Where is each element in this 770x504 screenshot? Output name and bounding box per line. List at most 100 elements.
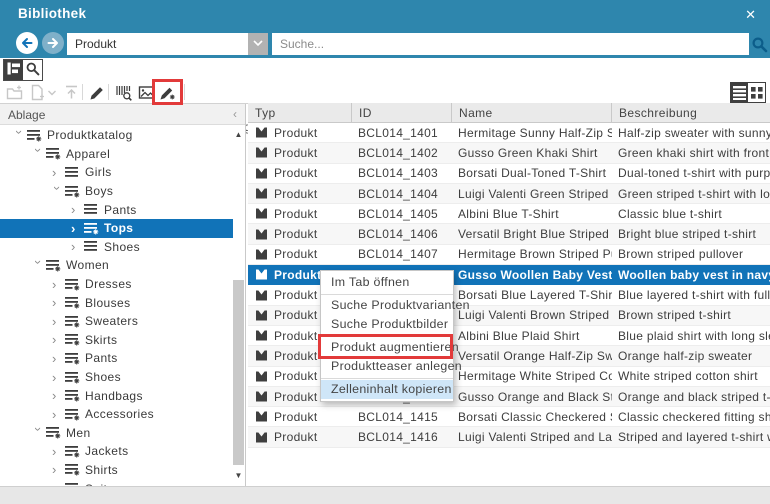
table-row[interactable]: Produkt BCL014_1416 Luigi Valenti Stripe…	[248, 427, 770, 447]
sidebar-item-shoes[interactable]: › Shoes	[0, 368, 233, 387]
tree-view-toggle[interactable]	[4, 60, 23, 80]
catalog-icon	[65, 408, 80, 421]
product-images-button[interactable]	[136, 83, 156, 102]
tree-chevron-icon: ›	[52, 390, 63, 401]
cell-id: BCL014_1404	[352, 187, 452, 201]
cell-beschreibung: Dual-toned t-shirt with purple s...	[612, 166, 770, 180]
context-menu-item-4[interactable]: Produktteaser anlegen	[321, 357, 453, 376]
sidebar-item-women[interactable]: › Women	[0, 256, 233, 275]
collapse-panel-icon[interactable]: ‹	[233, 107, 237, 121]
new-document-button[interactable]	[27, 83, 47, 102]
menu-divider	[321, 378, 453, 379]
catalog-tree: › Produktkatalog ›	[0, 126, 233, 486]
table-row[interactable]: Produkt BCL014_1403 Borsati Dual-Toned T…	[248, 164, 770, 184]
context-menu-item-2[interactable]: Suche Produktbilder	[321, 315, 453, 334]
sidebar-item-girls[interactable]: › Girls	[0, 163, 233, 182]
product-type-icon	[255, 431, 268, 444]
cell-name: Versatil Orange Half-Zip Sweater	[452, 349, 612, 363]
table-row[interactable]: Produkt BCL014_1404 Luigi Valenti Green …	[248, 184, 770, 204]
context-menu-item-0[interactable]: Im Tab öffnen	[321, 273, 453, 292]
column-header-name[interactable]: Name	[452, 103, 612, 122]
product-type-icon	[255, 370, 268, 383]
column-header-typ[interactable]: Typ	[248, 103, 352, 122]
context-menu-item-1[interactable]: Suche Produktvarianten	[321, 296, 453, 315]
tree-item-label: Sweaters	[85, 314, 138, 328]
cell-beschreibung: Orange half-zip sweater	[612, 349, 770, 363]
sidebar-item-sweaters[interactable]: › Sweaters	[0, 312, 233, 331]
cell-typ: Produkt	[274, 227, 317, 241]
sidebar-item-accessories[interactable]: › Accessories	[0, 405, 233, 424]
cell-typ: Produkt	[274, 430, 317, 444]
cell-name: Hermitage Sunny Half-Zip Swea...	[452, 126, 612, 140]
close-button[interactable]: ✕	[741, 5, 760, 25]
search-icon[interactable]	[751, 36, 768, 53]
tree-chevron-icon: ›	[71, 241, 82, 252]
search-view-toggle[interactable]	[23, 60, 42, 80]
sidebar-item-apparel[interactable]: › Apparel	[0, 145, 233, 164]
list-view-button[interactable]	[730, 82, 748, 103]
sidebar-item-skirts[interactable]: › Skirts	[0, 331, 233, 350]
sidebar-item-handbags[interactable]: › Handbags	[0, 386, 233, 405]
tree-chevron-icon: ›	[33, 427, 44, 438]
tree-item-label: Shoes	[104, 240, 140, 254]
sidebar-item-dresses[interactable]: › Dresses	[0, 275, 233, 294]
toolbar	[0, 81, 770, 104]
sidebar-item-jackets[interactable]: › Jackets	[0, 442, 233, 461]
cell-beschreibung: Classic checkered fitting shirt	[612, 410, 770, 424]
upload-button[interactable]	[61, 83, 81, 102]
new-document-menu-button[interactable]	[46, 83, 58, 102]
sidebar-item-produktkatalog[interactable]: › Produktkatalog	[0, 126, 233, 145]
tree-scrollbar: ▲ ▼	[232, 126, 245, 486]
product-type-icon	[255, 126, 268, 139]
window-title: Bibliothek	[18, 6, 86, 21]
column-header-id[interactable]: ID	[352, 103, 452, 122]
cell-beschreibung: Bright blue striped t-shirt	[612, 227, 770, 241]
scroll-down-icon[interactable]: ▼	[232, 469, 245, 482]
back-button[interactable]	[16, 32, 38, 54]
product-type-icon	[255, 146, 268, 159]
search-type-select[interactable]: Produkt	[67, 33, 268, 55]
new-folder-button[interactable]	[4, 83, 24, 102]
context-menu-item-5[interactable]: Zelleninhalt kopieren	[321, 380, 453, 399]
sidebar-item-pants[interactable]: › Pants	[0, 349, 233, 368]
sidebar-item-men[interactable]: › Men	[0, 424, 233, 443]
catalog-icon	[65, 185, 80, 198]
tree-chevron-icon: ›	[33, 260, 44, 271]
tree-chevron-icon: ›	[52, 464, 63, 475]
chevron-down-icon	[248, 33, 268, 55]
cell-typ: Produkt	[274, 268, 321, 282]
grid-view-button[interactable]	[748, 82, 766, 103]
column-header-beschreibung[interactable]: Beschreibung	[612, 103, 770, 122]
tree-chevron-icon: ›	[71, 223, 82, 234]
sidebar-item-blouses[interactable]: › Blouses	[0, 293, 233, 312]
cell-id: BCL014_1415	[352, 410, 452, 424]
scrollbar-thumb[interactable]	[233, 280, 244, 465]
sidebar-item-suits[interactable]: › Suits	[0, 479, 233, 486]
table-row[interactable]: Produkt BCL014_1406 Versatil Bright Blue…	[248, 224, 770, 244]
catalog-icon	[65, 166, 80, 179]
table-row[interactable]: Produkt BCL014_1401 Hermitage Sunny Half…	[248, 123, 770, 143]
table-row[interactable]: Produkt BCL014_1407 Hermitage Brown Stri…	[248, 245, 770, 265]
product-type-icon	[255, 390, 268, 403]
search-product-variants-button[interactable]	[113, 83, 133, 102]
cell-typ: Produkt	[274, 166, 317, 180]
search-input[interactable]	[272, 33, 749, 55]
sidebar-item-shirts[interactable]: › Shirts	[0, 461, 233, 480]
table-row[interactable]: Produkt BCL014_1405 Albini Blue T-Shirt …	[248, 204, 770, 224]
context-menu-item-3[interactable]: Produkt augmentieren	[321, 338, 453, 357]
sidebar-item-boys[interactable]: › Boys	[0, 182, 233, 201]
table-row[interactable]: Produkt BCL014_1402 Gusso Green Khaki Sh…	[248, 143, 770, 163]
sidebar-item-shoes[interactable]: › Shoes	[0, 238, 233, 257]
catalog-icon	[65, 352, 80, 365]
cell-id: BCL014_1401	[352, 126, 452, 140]
table-row[interactable]: Produkt BCL014_1415 Borsati Classic Chec…	[248, 407, 770, 427]
sidebar-item-pants[interactable]: › Pants	[0, 200, 233, 219]
cell-beschreibung: Classic blue t-shirt	[612, 207, 770, 221]
cell-beschreibung: Blue plaid shirt with long sleeves	[612, 329, 770, 343]
edit-button[interactable]	[87, 83, 107, 102]
augment-product-wand-button[interactable]	[157, 83, 177, 102]
scroll-up-icon[interactable]: ▲	[232, 128, 245, 141]
title-bar: Bibliothek ✕	[0, 0, 770, 28]
forward-button[interactable]	[42, 32, 64, 54]
sidebar-item-tops[interactable]: › Tops	[0, 219, 233, 238]
